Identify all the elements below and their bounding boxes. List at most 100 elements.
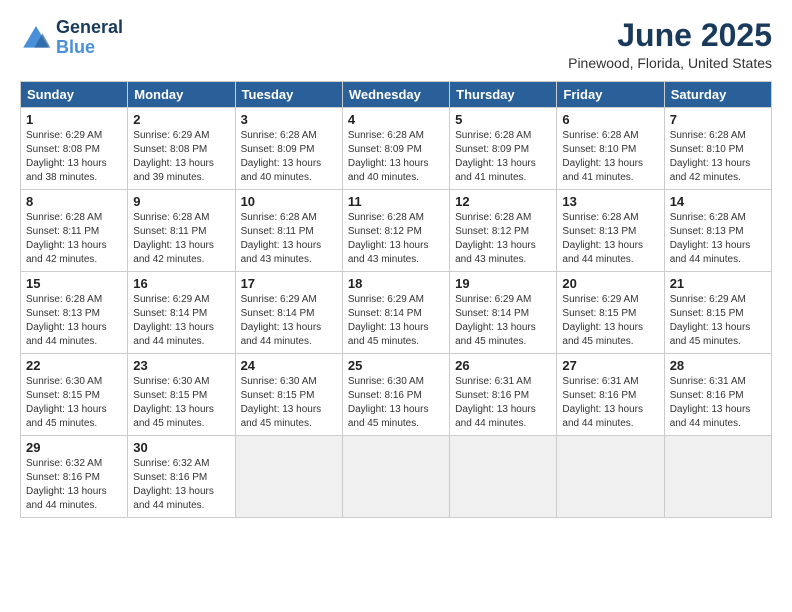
sunrise-label: Sunrise: 6:28 AM bbox=[26, 212, 102, 223]
day-info: Sunrise: 6:29 AMSunset: 8:14 PMDaylight:… bbox=[133, 293, 229, 349]
daylight-label: Daylight: 13 hours bbox=[670, 322, 751, 333]
sunset-label: Sunset: 8:10 PM bbox=[670, 144, 744, 155]
sunrise-label: Sunrise: 6:29 AM bbox=[670, 294, 746, 305]
sunset-label: Sunset: 8:16 PM bbox=[26, 472, 100, 483]
sunset-label: Sunset: 8:10 PM bbox=[562, 144, 636, 155]
logo: General Blue bbox=[20, 18, 123, 58]
sunset-label: Sunset: 8:11 PM bbox=[133, 226, 206, 237]
day-number: 12 bbox=[455, 194, 551, 209]
weekday-header: Friday bbox=[557, 82, 664, 108]
calendar-cell: 19Sunrise: 6:29 AMSunset: 8:14 PMDayligh… bbox=[450, 272, 557, 354]
daylight-minutes: and 38 minutes. bbox=[26, 172, 97, 183]
logo-text: General Blue bbox=[56, 18, 123, 58]
daylight-minutes: and 45 minutes. bbox=[670, 336, 741, 347]
sunrise-label: Sunrise: 6:29 AM bbox=[133, 130, 209, 141]
day-number: 29 bbox=[26, 440, 122, 455]
sunrise-label: Sunrise: 6:30 AM bbox=[348, 376, 424, 387]
calendar-cell: 25Sunrise: 6:30 AMSunset: 8:16 PMDayligh… bbox=[342, 354, 449, 436]
sunset-label: Sunset: 8:15 PM bbox=[241, 390, 315, 401]
weekday-header: Tuesday bbox=[235, 82, 342, 108]
sunrise-label: Sunrise: 6:30 AM bbox=[241, 376, 317, 387]
day-info: Sunrise: 6:29 AMSunset: 8:08 PMDaylight:… bbox=[26, 129, 122, 185]
sunset-label: Sunset: 8:16 PM bbox=[133, 472, 207, 483]
calendar-cell bbox=[342, 436, 449, 518]
day-number: 8 bbox=[26, 194, 122, 209]
day-number: 16 bbox=[133, 276, 229, 291]
daylight-label: Daylight: 13 hours bbox=[562, 240, 643, 251]
daylight-minutes: and 43 minutes. bbox=[455, 254, 526, 265]
day-number: 20 bbox=[562, 276, 658, 291]
day-info: Sunrise: 6:28 AMSunset: 8:10 PMDaylight:… bbox=[562, 129, 658, 185]
daylight-minutes: and 44 minutes. bbox=[26, 500, 97, 511]
calendar-cell: 27 Sunrise: 6:31 AMSunset: 8:16 PMDayligh… bbox=[557, 354, 664, 436]
calendar-cell: 16 Sunrise: 6:29 AMSunset: 8:14 PMDayligh… bbox=[128, 272, 235, 354]
calendar-subtitle: Pinewood, Florida, United States bbox=[568, 55, 772, 71]
daylight-label: Daylight: 13 hours bbox=[348, 322, 429, 333]
sunset-label: Sunset: 8:09 PM bbox=[241, 144, 315, 155]
sunset-label: Sunset: 8:15 PM bbox=[26, 390, 100, 401]
calendar-cell: 23Sunrise: 6:30 AMSunset: 8:15 PMDayligh… bbox=[128, 354, 235, 436]
day-number: 4 bbox=[348, 112, 444, 127]
sunrise-label: Sunrise: 6:28 AM bbox=[241, 130, 317, 141]
sunset-label: Sunset: 8:16 PM bbox=[455, 390, 529, 401]
daylight-minutes: and 44 minutes. bbox=[455, 418, 526, 429]
day-info: Sunrise: 6:29 AMSunset: 8:08 PMDaylight:… bbox=[133, 129, 229, 185]
sunset-label: Sunset: 8:12 PM bbox=[455, 226, 529, 237]
calendar-cell bbox=[450, 436, 557, 518]
daylight-label: Daylight: 13 hours bbox=[670, 240, 751, 251]
logo-line1: General bbox=[56, 17, 123, 37]
daylight-label: Daylight: 13 hours bbox=[133, 240, 214, 251]
daylight-minutes: and 44 minutes. bbox=[133, 336, 204, 347]
daylight-minutes: and 42 minutes. bbox=[26, 254, 97, 265]
day-number: 27 bbox=[562, 358, 658, 373]
day-info: Sunrise: 6:31 AMSunset: 8:16 PMDaylight:… bbox=[562, 375, 658, 431]
day-info: Sunrise: 6:29 AMSunset: 8:14 PMDaylight:… bbox=[348, 293, 444, 349]
weekday-header-row: SundayMondayTuesdayWednesdayThursdayFrid… bbox=[21, 82, 772, 108]
day-number: 11 bbox=[348, 194, 444, 209]
day-number: 22 bbox=[26, 358, 122, 373]
sunrise-label: Sunrise: 6:28 AM bbox=[670, 212, 746, 223]
sunrise-label: Sunrise: 6:31 AM bbox=[670, 376, 746, 387]
calendar-cell: 5Sunrise: 6:28 AMSunset: 8:09 PMDaylight… bbox=[450, 108, 557, 190]
daylight-minutes: and 44 minutes. bbox=[133, 500, 204, 511]
weekday-header: Thursday bbox=[450, 82, 557, 108]
sunset-label: Sunset: 8:09 PM bbox=[455, 144, 529, 155]
calendar-cell: 4Sunrise: 6:28 AMSunset: 8:09 PMDaylight… bbox=[342, 108, 449, 190]
calendar-cell bbox=[664, 436, 771, 518]
day-info: Sunrise: 6:28 AMSunset: 8:13 PMDaylight:… bbox=[670, 211, 766, 267]
day-number: 5 bbox=[455, 112, 551, 127]
sunset-label: Sunset: 8:15 PM bbox=[562, 308, 636, 319]
day-number: 26 bbox=[455, 358, 551, 373]
sunset-label: Sunset: 8:14 PM bbox=[455, 308, 529, 319]
day-number: 24 bbox=[241, 358, 337, 373]
calendar-cell: 2Sunrise: 6:29 AMSunset: 8:08 PMDaylight… bbox=[128, 108, 235, 190]
day-number: 14 bbox=[670, 194, 766, 209]
sunrise-label: Sunrise: 6:32 AM bbox=[26, 458, 102, 469]
calendar-cell: 14 Sunrise: 6:28 AMSunset: 8:13 PMDayligh… bbox=[664, 190, 771, 272]
sunset-label: Sunset: 8:11 PM bbox=[26, 226, 99, 237]
daylight-label: Daylight: 13 hours bbox=[241, 240, 322, 251]
weekday-header: Sunday bbox=[21, 82, 128, 108]
daylight-label: Daylight: 13 hours bbox=[26, 322, 107, 333]
sunrise-label: Sunrise: 6:28 AM bbox=[562, 212, 638, 223]
day-number: 10 bbox=[241, 194, 337, 209]
calendar-cell: 10Sunrise: 6:28 AMSunset: 8:11 PMDayligh… bbox=[235, 190, 342, 272]
day-info: Sunrise: 6:29 AMSunset: 8:14 PMDaylight:… bbox=[241, 293, 337, 349]
daylight-label: Daylight: 13 hours bbox=[455, 240, 536, 251]
day-number: 1 bbox=[26, 112, 122, 127]
calendar-cell: 15Sunrise: 6:28 AMSunset: 8:13 PMDayligh… bbox=[21, 272, 128, 354]
day-number: 19 bbox=[455, 276, 551, 291]
daylight-minutes: and 40 minutes. bbox=[348, 172, 419, 183]
daylight-minutes: and 41 minutes. bbox=[562, 172, 633, 183]
sunset-label: Sunset: 8:16 PM bbox=[348, 390, 422, 401]
daylight-minutes: and 44 minutes. bbox=[670, 254, 741, 265]
sunset-label: Sunset: 8:09 PM bbox=[348, 144, 422, 155]
daylight-label: Daylight: 13 hours bbox=[562, 322, 643, 333]
day-number: 9 bbox=[133, 194, 229, 209]
sunrise-label: Sunrise: 6:29 AM bbox=[241, 294, 317, 305]
sunset-label: Sunset: 8:08 PM bbox=[26, 144, 100, 155]
daylight-label: Daylight: 13 hours bbox=[26, 486, 107, 497]
day-info: Sunrise: 6:28 AMSunset: 8:13 PMDaylight:… bbox=[26, 293, 122, 349]
day-info: Sunrise: 6:29 AMSunset: 8:15 PMDaylight:… bbox=[670, 293, 766, 349]
daylight-minutes: and 44 minutes. bbox=[670, 418, 741, 429]
